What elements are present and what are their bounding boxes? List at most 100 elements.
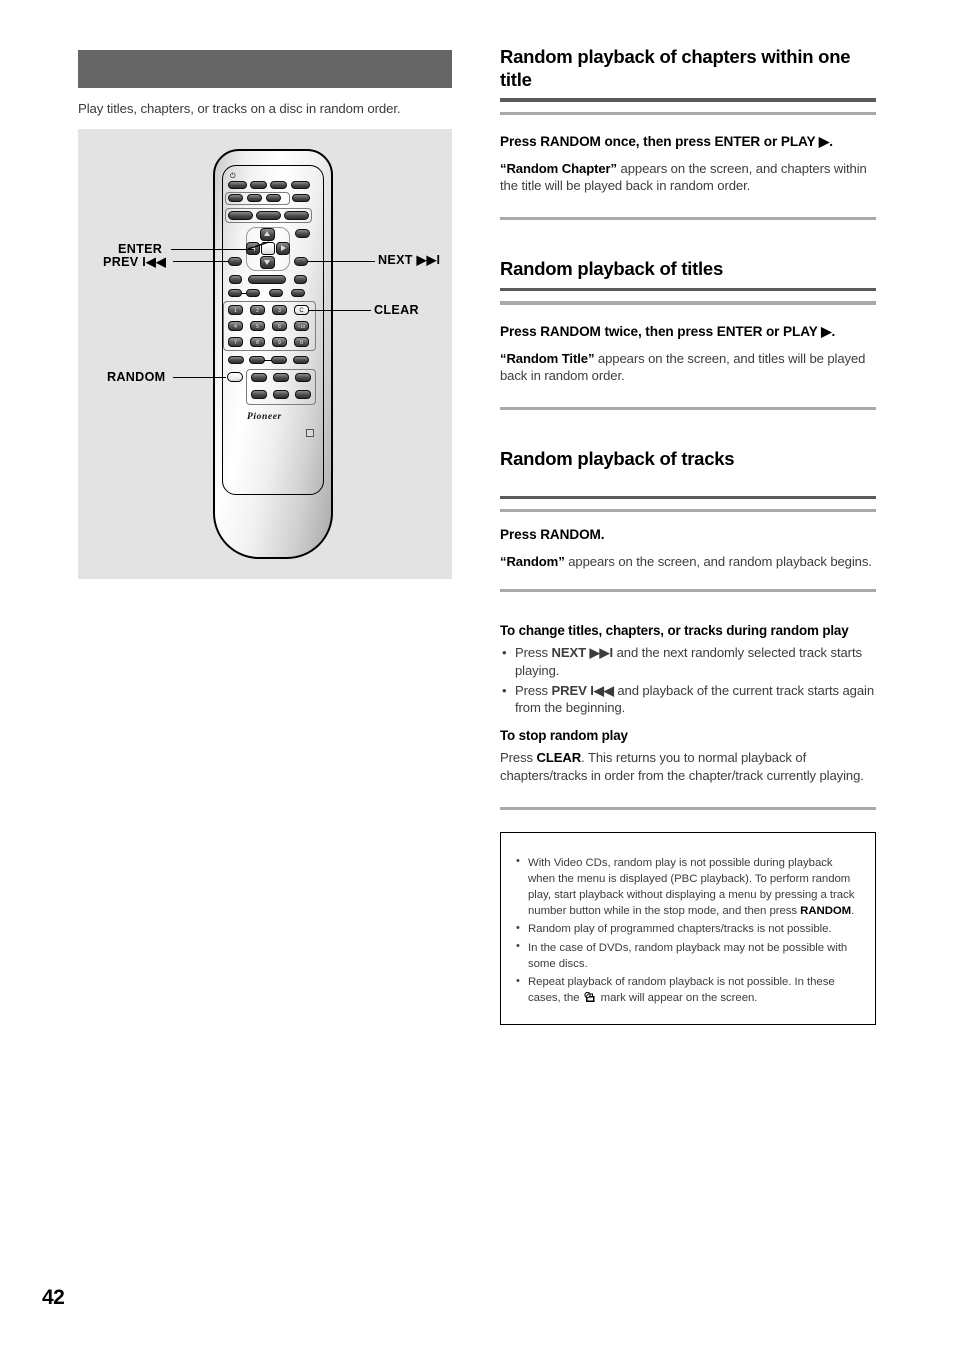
callout-prev: PREV I◀◀: [103, 255, 167, 270]
note-post-1: .: [851, 905, 855, 918]
remote-button-step-fwd[interactable]: [246, 289, 260, 298]
leader-random: [173, 377, 226, 379]
bullet-bold-1: NEXT ▶▶I: [551, 645, 614, 661]
leader-enter: [171, 249, 254, 251]
arrow-up-icon: [264, 231, 270, 237]
power-icon: ⏻: [230, 173, 236, 181]
remote-button-clear[interactable]: C: [294, 305, 309, 316]
note-pre-2: Random play of programmed chapters/track…: [528, 923, 832, 936]
intro-text: Play titles, chapters, or tracks on a di…: [78, 101, 401, 116]
leader-clear: [309, 310, 371, 312]
pioneer-logo: Pioneer: [247, 412, 282, 423]
remote-key-4[interactable]: 4: [228, 321, 243, 332]
remote-button-step-rev[interactable]: [228, 289, 242, 298]
stop-bold: CLEAR: [536, 749, 582, 765]
prohibited-operation-mark-icon: [583, 992, 597, 1003]
body-rest-3: appears on the screen, and random playba…: [564, 554, 872, 570]
bullet-pre-1: Press: [515, 645, 552, 661]
remote-button-f2[interactable]: [249, 356, 265, 365]
list-item: Press NEXT ▶▶I and the next randomly sel…: [500, 644, 876, 680]
remote-control-figure: ⏻ 1 2 3 C 4 5 6 +10 7 8 9 0 Pioneer ENTE…: [78, 129, 452, 580]
list-item: With Video CDs, random play is not possi…: [515, 854, 857, 920]
note-pre-3: In the case of DVDs, random playback may…: [528, 941, 848, 970]
remote-button-f4[interactable]: [293, 356, 309, 365]
remote-button-r2d[interactable]: [292, 194, 310, 203]
step-heading-3: Press RANDOM.: [500, 527, 605, 543]
step-heading-2: Press RANDOM twice, then press ENTER or …: [500, 323, 836, 339]
remote-key-8[interactable]: 8: [250, 337, 265, 348]
body-bold-1: “Random Chapter”: [500, 160, 617, 176]
remote-button-r2b[interactable]: [247, 194, 262, 203]
note-list: With Video CDs, random play is not possi…: [515, 854, 857, 1007]
remote-button-b3[interactable]: [295, 373, 311, 383]
left-column: Play titles, chapters, or tracks on a di…: [78, 50, 452, 580]
remote-button-r3c[interactable]: [284, 211, 309, 221]
remote-button-r2c[interactable]: [266, 194, 281, 203]
callout-random: RANDOM: [107, 370, 166, 385]
remote-key-6[interactable]: 6: [272, 321, 287, 332]
callout-next: NEXT ▶▶I: [378, 253, 441, 268]
document-page: Play titles, chapters, or tracks on a di…: [0, 0, 954, 1348]
remote-button-r1b[interactable]: [250, 181, 267, 190]
list-item: Random play of programmed chapters/track…: [515, 921, 857, 937]
remote-key-9[interactable]: 9: [272, 337, 287, 348]
arrow-down-icon: [264, 260, 270, 266]
change-bullet-list: Press NEXT ▶▶I and the next randomly sel…: [500, 644, 876, 717]
bullet-pre-2: Press: [515, 682, 552, 698]
remote-button-play[interactable]: [248, 275, 286, 285]
section-title-2: Random playback of titles: [500, 258, 723, 280]
remote-button-next[interactable]: [294, 257, 308, 267]
body-paragraph-2: “Random Title” appears on the screen, an…: [500, 350, 876, 386]
button-link-line: [241, 293, 247, 295]
remote-button-b4[interactable]: [251, 390, 267, 400]
remote-key-3[interactable]: 3: [272, 305, 287, 316]
remote-button-random[interactable]: [227, 372, 243, 383]
remote-button-f1[interactable]: [228, 356, 244, 365]
list-item: Repeat playback of random playback is no…: [515, 973, 857, 1006]
remote-button-f3[interactable]: [271, 356, 287, 365]
remote-button-r3a[interactable]: [228, 211, 253, 221]
note-bold-1: RANDOM: [800, 905, 852, 918]
remote-button-scan-fwd[interactable]: [291, 289, 305, 298]
remote-key-plus10[interactable]: +10: [294, 321, 309, 332]
remote-button-b5[interactable]: [273, 390, 289, 400]
remote-key-2[interactable]: 2: [250, 305, 265, 316]
remote-button-return[interactable]: [295, 229, 310, 239]
callout-clear: CLEAR: [374, 303, 419, 318]
right-column: Random playback of chapters within one t…: [500, 46, 876, 1026]
ir-indicator-icon: [306, 429, 314, 438]
note-box: With Video CDs, random play is not possi…: [500, 831, 876, 1026]
section-header-bar: [78, 50, 452, 88]
remote-key-0[interactable]: 0: [294, 337, 309, 348]
stop-paragraph: Press CLEAR. This returns you to normal …: [500, 749, 876, 785]
remote-key-7[interactable]: 7: [228, 337, 243, 348]
remote-button-power[interactable]: [228, 181, 247, 190]
remote-button-b1[interactable]: [251, 373, 267, 383]
remote-button-r3b[interactable]: [256, 211, 281, 221]
page-number: 42: [42, 1286, 65, 1309]
subhead-change-during-random: To change titles, chapters, or tracks du…: [500, 623, 849, 639]
remote-button-r2a[interactable]: [228, 194, 243, 203]
remote-button-r1c[interactable]: [270, 181, 287, 190]
remote-button-pause[interactable]: [294, 275, 307, 285]
body-paragraph-1: “Random Chapter” appears on the screen, …: [500, 160, 876, 196]
remote-button-b6[interactable]: [295, 390, 311, 400]
body-paragraph-3: “Random” appears on the screen, and rand…: [500, 553, 876, 571]
remote-button-prev[interactable]: [228, 257, 242, 267]
leader-prev: [173, 261, 229, 263]
arrow-right-icon: [281, 245, 286, 252]
page-title: Random playback of chapters within one t…: [500, 46, 851, 90]
leader-enter-diagonal: [248, 241, 270, 250]
remote-key-5[interactable]: 5: [250, 321, 265, 332]
note-post-4: mark will appear on the screen.: [597, 992, 758, 1005]
subhead-stop-random-play: To stop random play: [500, 728, 628, 744]
button-link-line-2: [264, 360, 272, 362]
body-bold-2: “Random Title”: [500, 350, 595, 366]
leader-next: [307, 261, 375, 263]
remote-button-b2[interactable]: [273, 373, 289, 383]
remote-button-scan-rev[interactable]: [269, 289, 283, 298]
list-item: In the case of DVDs, random playback may…: [515, 939, 857, 972]
remote-key-1[interactable]: 1: [228, 305, 243, 316]
remote-button-open-close[interactable]: [291, 181, 310, 190]
remote-button-stop[interactable]: [229, 275, 242, 285]
